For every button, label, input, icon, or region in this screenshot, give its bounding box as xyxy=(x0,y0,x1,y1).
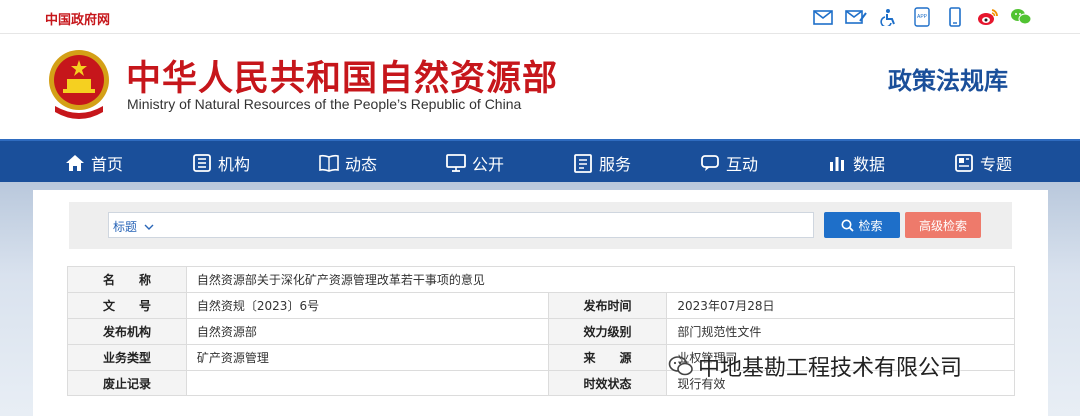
table-row: 文 号 自然资规〔2023〕6号 发布时间 2023年07月28日 xyxy=(67,292,1015,319)
chevron-down-icon xyxy=(144,224,154,230)
table-row: 名 称 自然资源部关于深化矿产资源管理改革若干事项的意见 xyxy=(67,266,1016,293)
national-emblem-logo xyxy=(45,46,113,122)
table-row: 发布机构 自然资源部 效力级别 部门规范性文件 xyxy=(67,318,1015,345)
document-icon xyxy=(573,153,593,173)
chat-icon xyxy=(700,153,720,173)
search-field-select[interactable]: 标题 xyxy=(113,218,154,235)
nav-item-public[interactable]: 公开 xyxy=(446,141,504,184)
meta-value: 自然资源部 xyxy=(185,318,549,345)
search-field-label: 标题 xyxy=(113,220,138,234)
organization-icon xyxy=(192,153,212,173)
nav-label: 数据 xyxy=(853,154,886,174)
meta-value: 自然资源部关于深化矿产资源管理改革若干事项的意见 xyxy=(185,266,1016,293)
mail-edit-icon[interactable] xyxy=(845,8,867,26)
nav-item-service[interactable]: 服务 xyxy=(573,141,631,184)
wechat-icon[interactable] xyxy=(1010,8,1032,26)
main-nav: 首页 机构 动态 公开 服务 互动 数据 专题 xyxy=(0,139,1080,182)
topic-icon xyxy=(954,153,974,173)
search-button-label: 检索 xyxy=(858,218,883,233)
meta-value: 自然资规〔2023〕6号 xyxy=(185,292,549,319)
nav-label: 专题 xyxy=(980,154,1013,174)
bar-chart-icon xyxy=(827,153,847,173)
nav-item-topics[interactable]: 专题 xyxy=(954,141,1012,184)
home-icon xyxy=(65,153,85,173)
meta-key: 业务类型 xyxy=(67,344,187,371)
nav-item-home[interactable]: 首页 xyxy=(65,141,123,184)
ministry-title-cn: 中华人民共和国自然资源部 xyxy=(126,59,559,99)
weibo-icon[interactable] xyxy=(977,8,999,26)
nav-label: 首页 xyxy=(91,154,124,174)
nav-label: 互动 xyxy=(726,154,759,174)
search-input[interactable]: 标题 xyxy=(108,212,814,238)
meta-value: 部门规范性文件 xyxy=(666,318,1015,345)
search-icon xyxy=(841,219,855,232)
meta-value: 2023年07月28日 xyxy=(666,292,1015,319)
nav-label: 服务 xyxy=(599,154,632,174)
meta-key: 发布机构 xyxy=(67,318,187,345)
watermark: 中地基勘工程技术有限公司 xyxy=(668,350,962,382)
wechat-watermark-icon xyxy=(668,356,693,376)
advanced-search-label: 高级检索 xyxy=(918,218,967,233)
search-button[interactable]: 检索 xyxy=(824,212,900,238)
nav-label: 动态 xyxy=(345,154,378,174)
mobile-icon[interactable] xyxy=(944,7,966,27)
nav-label: 公开 xyxy=(472,154,505,174)
top-icons: APP xyxy=(812,7,1032,27)
meta-key: 发布时间 xyxy=(547,292,668,319)
site-header: 中华人民共和国自然资源部 Ministry of Natural Resourc… xyxy=(0,34,1080,139)
meta-key: 效力级别 xyxy=(547,318,668,345)
nav-item-data[interactable]: 数据 xyxy=(827,141,885,184)
app-label: APP xyxy=(917,14,928,20)
meta-key: 废止记录 xyxy=(67,370,187,396)
meta-key: 时效状态 xyxy=(547,370,668,396)
accessibility-icon[interactable] xyxy=(878,8,900,26)
ministry-title-en: Ministry of Natural Resources of the Peo… xyxy=(127,96,522,112)
advanced-search-button[interactable]: 高级检索 xyxy=(905,212,981,238)
nav-item-organization[interactable]: 机构 xyxy=(192,141,250,184)
nav-item-news[interactable]: 动态 xyxy=(319,141,377,184)
top-bar: 中国政府网 APP xyxy=(0,0,1080,34)
meta-key: 名 称 xyxy=(67,266,187,293)
meta-value: 矿产资源管理 xyxy=(185,344,549,371)
app-icon[interactable]: APP xyxy=(911,7,933,27)
meta-key: 来 源 xyxy=(547,344,668,371)
meta-value xyxy=(185,370,549,396)
meta-key: 文 号 xyxy=(67,292,187,319)
gov-portal-link[interactable]: 中国政府网 xyxy=(45,9,110,28)
site-name: 政策法规库 xyxy=(888,67,1008,95)
monitor-icon xyxy=(446,153,466,173)
book-icon xyxy=(319,153,339,173)
watermark-text: 中地基勘工程技术有限公司 xyxy=(698,356,963,381)
nav-item-interaction[interactable]: 互动 xyxy=(700,141,758,184)
mail-icon[interactable] xyxy=(812,8,834,26)
nav-label: 机构 xyxy=(218,154,251,174)
